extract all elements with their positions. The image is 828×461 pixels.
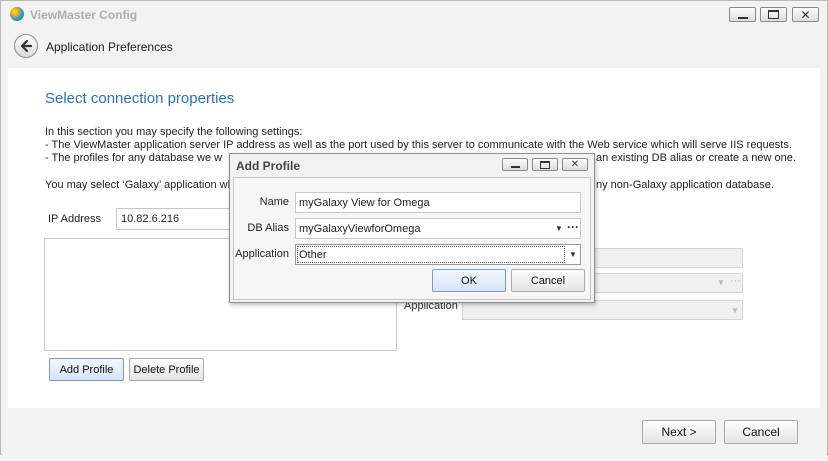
dialog-body: Name myGalaxy View for Omega DB Alias my… [233,177,591,300]
ip-address-input[interactable]: 10.82.6.216 [116,208,234,230]
name-input[interactable]: myGalaxy View for Omega [295,192,581,213]
application-value: Other [297,246,565,263]
minimize-button[interactable] [729,7,756,22]
application-label: Application [235,248,289,260]
delete-profile-button[interactable]: Delete Profile [129,358,204,381]
dialog-minimize-button[interactable] [502,158,528,171]
dialog-cancel-button[interactable]: Cancel [511,269,585,292]
arrow-left-icon [20,39,33,53]
minimize-icon [510,166,520,168]
bullet-ip-text: - The ViewMaster application server IP a… [45,139,792,151]
close-icon: ✕ [800,7,811,22]
dbalias-ellipsis-icon[interactable]: ··· [730,275,741,287]
dbalias-dropdown-icon[interactable]: ▼ [717,278,725,287]
application-dropdown-icon[interactable]: ▼ [731,306,739,315]
minimize-icon [737,16,748,19]
dialog-close-button[interactable]: ✕ [562,158,588,171]
name-label: Name [259,196,289,208]
application-dropdown-icon[interactable]: ▼ [569,250,577,259]
page-title: Application Preferences [46,40,173,54]
ok-button[interactable]: OK [432,269,506,292]
dbalias-ellipsis-icon[interactable]: ··· [567,220,579,234]
ip-address-label: IP Address [48,213,101,225]
app-logo-icon [10,7,24,21]
footer-bar: Next > Cancel [2,408,826,455]
dbalias-select[interactable]: myGalaxyViewforOmega [295,218,581,239]
window-title: ViewMaster Config [30,8,138,22]
add-profile-dialog: Add Profile ✕ Name myGalaxy View for Ome… [229,153,595,303]
maximize-button[interactable] [760,7,787,22]
dbalias-value: myGalaxyViewforOmega [299,223,421,235]
add-profile-button[interactable]: Add Profile [49,358,124,381]
dialog-maximize-button[interactable] [532,158,558,171]
back-button[interactable] [14,34,38,58]
next-button[interactable]: Next > [642,420,716,444]
maximize-icon [540,160,550,169]
dbalias-dropdown-icon[interactable]: ▼ [555,224,563,233]
maximize-icon [768,10,779,19]
intro-text: In this section you may specify the foll… [45,126,303,138]
bullet-profiles-text-right: an existing DB alias or create a new one… [596,152,796,164]
dbalias-label: DB Alias [247,222,289,234]
galaxy-note-text-left: You may select ‘Galaxy’ application whe [45,179,240,191]
close-icon: ✕ [570,158,580,170]
bullet-profiles-text-left: - The profiles for any database we w [45,152,223,164]
nav-bar: Application Preferences [2,29,826,66]
galaxy-note-text-right: ny non-Galaxy application database. [596,179,774,191]
dialog-title-bar[interactable]: Add Profile ✕ [230,154,594,176]
cancel-button[interactable]: Cancel [724,420,798,444]
close-button[interactable]: ✕ [792,7,819,22]
section-title: Select connection properties [45,90,235,107]
application-select[interactable]: Other [295,244,581,265]
application-select[interactable] [462,300,743,320]
dialog-title: Add Profile [236,159,301,173]
background-window-strip [0,455,828,461]
title-bar[interactable]: ViewMaster Config ✕ [1,1,827,29]
